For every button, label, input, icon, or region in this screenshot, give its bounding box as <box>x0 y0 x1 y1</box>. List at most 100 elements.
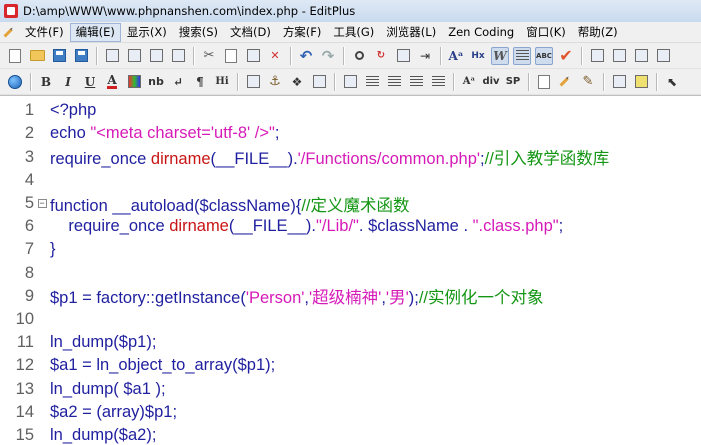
anchor-button[interactable]: ⚓ <box>266 73 284 91</box>
line-break-button[interactable]: ↵ <box>169 73 187 91</box>
code-line[interactable]: 10 <box>0 308 701 332</box>
save-button[interactable] <box>50 47 68 65</box>
paragraph-button[interactable]: ¶ <box>191 73 209 91</box>
bold-button[interactable]: B <box>37 73 55 91</box>
code-line[interactable]: 6 require_once dirname(__FILE__)."/Lib/"… <box>0 215 701 239</box>
table-button[interactable] <box>341 73 359 91</box>
code-token: } <box>50 240 56 259</box>
word-wrap-button[interactable]: W <box>491 46 509 65</box>
code-line[interactable]: 4 <box>0 169 701 193</box>
code-line[interactable]: 12 $a1 = ln_object_to_array($p1); <box>0 354 701 378</box>
pre-button[interactable] <box>407 73 425 91</box>
replace-button[interactable]: ↻ <box>372 47 390 65</box>
code-line[interactable]: 11 ln_dump($p1); <box>0 331 701 355</box>
code-line[interactable]: 8 <box>0 261 701 285</box>
span-button[interactable]: SP <box>504 73 522 91</box>
ftp-button[interactable] <box>169 47 187 65</box>
delete-button[interactable]: ✕ <box>266 47 284 65</box>
cut-button[interactable]: ✂ <box>200 47 218 65</box>
comment-button[interactable] <box>310 73 328 91</box>
copy-button[interactable] <box>222 47 240 65</box>
code-text: require_once dirname(__FILE__).'/Functio… <box>50 145 609 169</box>
align-button[interactable] <box>385 73 403 91</box>
find-button[interactable] <box>350 47 368 65</box>
menu-edit[interactable]: 编辑(E) <box>69 22 121 42</box>
edit-html-button[interactable] <box>535 73 553 91</box>
print-preview-button[interactable] <box>125 47 143 65</box>
code-token: ; <box>558 217 564 236</box>
font-size-button[interactable]: Aᵃ <box>447 47 465 65</box>
pointer-button[interactable]: ⬉ <box>663 73 681 91</box>
image-button[interactable] <box>244 73 262 91</box>
code-line[interactable]: 1 <?php <box>0 99 701 123</box>
code-token: ln_dump( <box>50 379 124 398</box>
fullscreen-button[interactable] <box>654 47 672 65</box>
open-folder-button[interactable] <box>28 47 46 65</box>
menu-file[interactable]: 文件(F) <box>19 23 70 42</box>
heading-button[interactable]: Hi <box>213 73 231 91</box>
html-color-button[interactable] <box>632 73 650 91</box>
menu-search[interactable]: 搜索(S) <box>173 23 224 42</box>
menu-view[interactable]: 显示(X) <box>121 23 173 42</box>
pencil-tool-button[interactable] <box>557 73 575 91</box>
undo-button[interactable]: ↶ <box>297 47 315 65</box>
html-toolbar-button[interactable] <box>610 73 628 91</box>
menu-window[interactable]: 窗口(K) <box>520 23 572 42</box>
font-color-button[interactable]: A <box>103 73 121 91</box>
line-number: 9 <box>24 286 34 305</box>
code-text: function __autoload($className){//定义魔术函数 <box>50 192 410 216</box>
code-token: . <box>358 217 369 236</box>
nbsp-button[interactable]: nb <box>147 73 165 91</box>
code-line[interactable]: 7} <box>0 238 701 262</box>
hx-button[interactable]: Hx <box>469 47 487 65</box>
spell-check-button[interactable] <box>147 47 165 65</box>
check-button[interactable]: ✔ <box>557 46 575 65</box>
code-line[interactable]: 5− function __autoload($className){//定义魔术… <box>0 192 701 216</box>
code-token: $className <box>368 217 459 236</box>
save-all-button[interactable] <box>72 47 90 65</box>
menu-help[interactable]: 帮助(Z) <box>572 23 624 42</box>
cliptext-button[interactable] <box>588 47 606 65</box>
code-line[interactable]: 14 $a2 = (array)$p1; <box>0 401 701 425</box>
word-wrap-icon: W <box>493 48 507 63</box>
color-picker-button[interactable] <box>125 73 143 91</box>
code-line[interactable]: 2 echo "<meta charset='utf-8' />"; <box>0 122 701 146</box>
pencil-icon <box>0 23 18 41</box>
fold-toggle-icon[interactable]: − <box>37 199 47 209</box>
new-file-icon <box>9 48 21 63</box>
code-line[interactable]: 15 ln_dump($a2); <box>0 424 701 445</box>
code-line[interactable]: 13 ln_dump( $a1 ); <box>0 377 701 401</box>
redo-button[interactable]: ↷ <box>319 47 337 65</box>
code-editor[interactable]: 1 <?php 2 echo "<meta charset='utf-8' />"; 3… <box>0 95 701 445</box>
code-text: ln_dump($a2); <box>50 426 156 445</box>
menu-browser[interactable]: 浏览器(L) <box>380 23 442 42</box>
menu-tools[interactable]: 工具(G) <box>327 23 380 42</box>
print-button[interactable] <box>103 47 121 65</box>
font-size-html-button[interactable]: Aᵃ <box>460 73 478 91</box>
directory-button[interactable] <box>610 47 628 65</box>
browser-button[interactable] <box>6 73 24 91</box>
menu-document[interactable]: 文档(D) <box>224 23 277 42</box>
div-button[interactable]: div <box>482 73 500 91</box>
undo-icon: ↶ <box>299 46 313 65</box>
form-button[interactable] <box>363 73 381 91</box>
goto-line-button[interactable]: ⇥ <box>416 47 434 65</box>
user-tool-button[interactable]: ✎ <box>579 73 597 91</box>
link-button[interactable]: ❖ <box>288 73 306 91</box>
output-button[interactable] <box>632 47 650 65</box>
line-number-button[interactable] <box>513 46 531 65</box>
list-button[interactable] <box>429 73 447 91</box>
find-in-files-button[interactable] <box>394 47 412 65</box>
paste-button[interactable] <box>244 47 262 65</box>
code-line[interactable]: 3 require_once dirname(__FILE__).'/Functi… <box>0 145 701 169</box>
new-file-button[interactable] <box>6 47 24 65</box>
code-token: function __autoload( <box>50 196 200 215</box>
abc-button[interactable]: ABC <box>535 46 553 65</box>
italic-button[interactable]: I <box>59 73 77 91</box>
code-token: ); <box>150 379 166 398</box>
menu-zen-coding[interactable]: Zen Coding <box>442 23 520 42</box>
underline-button[interactable]: U <box>81 73 99 91</box>
menu-project[interactable]: 方案(F) <box>277 23 328 42</box>
code-line[interactable]: 9 $p1 = factory::getInstance('Person','超级… <box>0 285 701 309</box>
main-toolbar: ✂ ✕ ↶ ↷ ↻ ⇥ Aᵃ Hx W ABC ✔ <box>0 43 701 69</box>
